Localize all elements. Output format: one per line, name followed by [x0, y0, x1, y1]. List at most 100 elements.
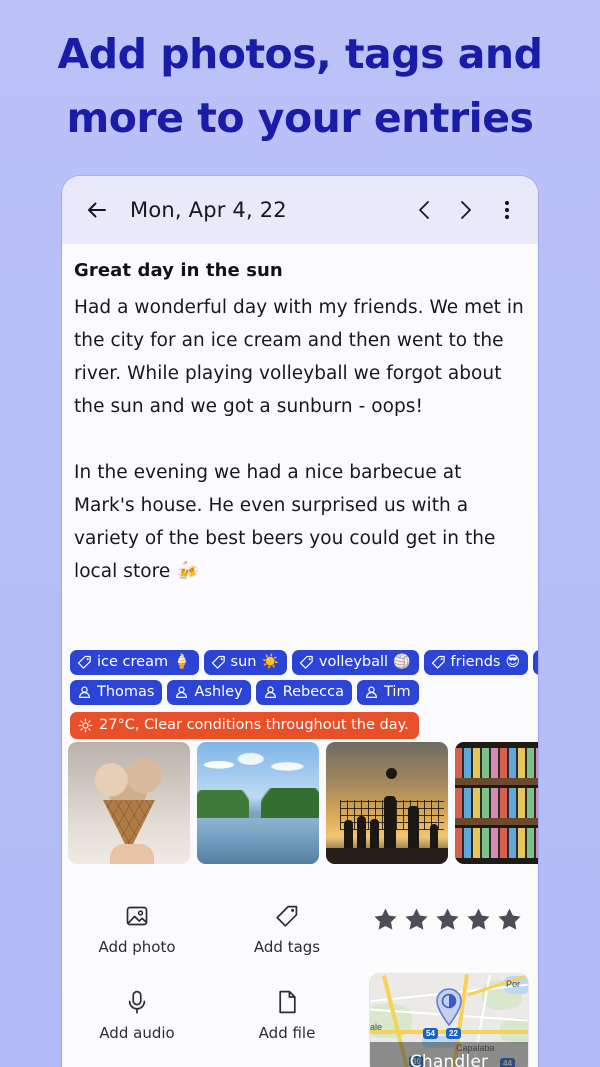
person-icon [264, 686, 276, 698]
phone-screen: Mon, Apr 4, 22 Great day in the sun Had … [62, 176, 538, 1067]
photo-thumbnail[interactable] [197, 742, 319, 864]
action-area: Add photo Add tags Add audio Add file 54… [62, 876, 538, 1067]
add-photo-label: Add photo [98, 938, 176, 956]
player-silhouette [430, 824, 438, 850]
entry-date-title: Mon, Apr 4, 22 [130, 198, 287, 222]
add-tags-label: Add tags [253, 938, 321, 956]
tag-chip-emoji: ☀️ [261, 654, 279, 670]
person-chip[interactable]: Ashley [167, 680, 251, 705]
screenshot-root: Add photos, tags and more to your entrie… [0, 0, 600, 1067]
tag-chip[interactable]: friends 😎 [423, 650, 529, 675]
file-icon [212, 984, 362, 1020]
beer-cans-row [455, 828, 538, 858]
star-icon[interactable] [496, 906, 523, 933]
star-icon[interactable] [372, 906, 399, 933]
beer-cans-row [455, 788, 538, 818]
tag-icon [431, 655, 445, 669]
beer-emoji: 🍻 [176, 561, 200, 582]
action-row-top: Add photo Add tags [62, 884, 538, 970]
photo-thumbnail[interactable] [68, 742, 190, 864]
back-arrow-icon[interactable] [82, 193, 116, 227]
entry-paragraph-1: Had a wonderful day with my friends. We … [74, 297, 524, 417]
court-ground [326, 848, 448, 864]
tag-chip-emoji: 🏐 [393, 654, 411, 670]
tag-chip-label: friends [450, 654, 501, 670]
tag-chip-emoji: 🍦 [173, 654, 191, 670]
person-chip-label: Ashley [194, 684, 243, 700]
tag-row-1: ice cream 🍦 sun ☀️ volleyball 🏐 friends … [70, 650, 538, 675]
tag-chip-label: volleyball [318, 654, 389, 670]
entry-paragraph-2: In the evening we had a nice barbecue at… [74, 456, 526, 588]
tag-chip[interactable]: ice cream 🍦 [70, 650, 199, 675]
river-water [197, 818, 319, 864]
hand [110, 844, 154, 864]
sun-icon [78, 718, 93, 732]
map-label: Por [506, 979, 521, 989]
person-chip-label: Rebecca [282, 684, 344, 700]
tag-chip-emoji: 😎 [505, 654, 521, 670]
add-tags-button[interactable]: Add tags [212, 884, 362, 956]
entry-title: Great day in the sun [74, 260, 283, 281]
photo-strip[interactable] [68, 742, 538, 864]
tag-chip[interactable]: volleyball 🏐 [291, 650, 419, 675]
chevron-left-icon[interactable] [410, 195, 440, 225]
tag-row-2: Thomas Ashley Rebecca Tim [70, 680, 538, 705]
headline-line-2: more to your entries [66, 94, 534, 142]
person-chip-label: Tim [384, 684, 411, 700]
entry-content: Great day in the sun Had a wonderful day… [62, 244, 538, 588]
location-pin-icon [436, 988, 462, 1026]
headline-line-1: Add photos, tags and [57, 30, 543, 78]
add-file-button[interactable]: Add file [212, 970, 362, 1042]
star-icon[interactable] [465, 906, 492, 933]
volleyball [386, 768, 397, 779]
person-chip-label: Thomas [97, 684, 155, 700]
map-shield: 54 [423, 1028, 438, 1039]
shelf [455, 818, 538, 825]
star-icon[interactable] [403, 906, 430, 933]
add-audio-label: Add audio [99, 1024, 175, 1042]
person-chip[interactable]: Tim [357, 680, 419, 705]
person-chip[interactable]: Thomas [70, 680, 163, 705]
tag-icon [299, 655, 313, 669]
person-icon [79, 686, 90, 698]
add-photo-button[interactable]: Add photo [62, 884, 212, 956]
player-silhouette [370, 819, 379, 850]
more-options-icon[interactable] [494, 195, 520, 225]
tag-icon [212, 898, 362, 934]
photo-thumbnail[interactable] [455, 742, 538, 864]
tag-chip-label: sun [230, 654, 257, 670]
photo-thumbnail[interactable] [326, 742, 448, 864]
tag-icon [211, 655, 225, 669]
action-row-bottom: Add audio Add file 54 22 Por ale Chandle… [62, 970, 538, 1067]
person-icon [176, 686, 188, 698]
location-map[interactable]: 54 22 30 44 Por ale Capalaba Chandler [370, 974, 528, 1067]
entry-paragraph-2-text: In the evening we had a nice barbecue at… [74, 462, 496, 582]
beer-cans-row [455, 748, 538, 778]
add-file-label: Add file [258, 1024, 316, 1042]
rating-stars[interactable] [362, 884, 538, 933]
tag-chip-area: ice cream 🍦 sun ☀️ volleyball 🏐 friends … [70, 650, 538, 739]
add-audio-button[interactable]: Add audio [62, 970, 212, 1042]
map-city-name: Chandler [409, 1052, 489, 1067]
tag-chip[interactable]: sun ☀️ [203, 650, 287, 675]
clouds [197, 748, 319, 790]
player-silhouette [357, 816, 366, 850]
weather-badge[interactable]: 27°C, Clear conditions throughout the da… [70, 712, 419, 739]
microphone-icon [62, 984, 212, 1020]
weather-text: 27°C, Clear conditions throughout the da… [99, 717, 409, 733]
location-map-wrapper: 54 22 30 44 Por ale Capalaba Chandler [362, 970, 538, 1067]
entry-body[interactable]: Had a wonderful day with my friends. We … [74, 291, 526, 588]
player-silhouette [384, 796, 396, 850]
image-icon [62, 898, 212, 934]
page-title: Add photos, tags and more to your entrie… [0, 22, 600, 150]
tag-icon [77, 655, 91, 669]
star-icon[interactable] [434, 906, 461, 933]
app-header: Mon, Apr 4, 22 [62, 176, 538, 244]
chevron-right-icon[interactable] [450, 195, 480, 225]
person-icon [366, 686, 377, 698]
person-chip[interactable]: Rebecca [255, 680, 352, 705]
person-chip[interactable]: Mark [533, 650, 538, 675]
tag-chip-label: ice cream [97, 654, 169, 670]
player-silhouette [408, 806, 419, 850]
map-shield: 22 [446, 1028, 461, 1039]
